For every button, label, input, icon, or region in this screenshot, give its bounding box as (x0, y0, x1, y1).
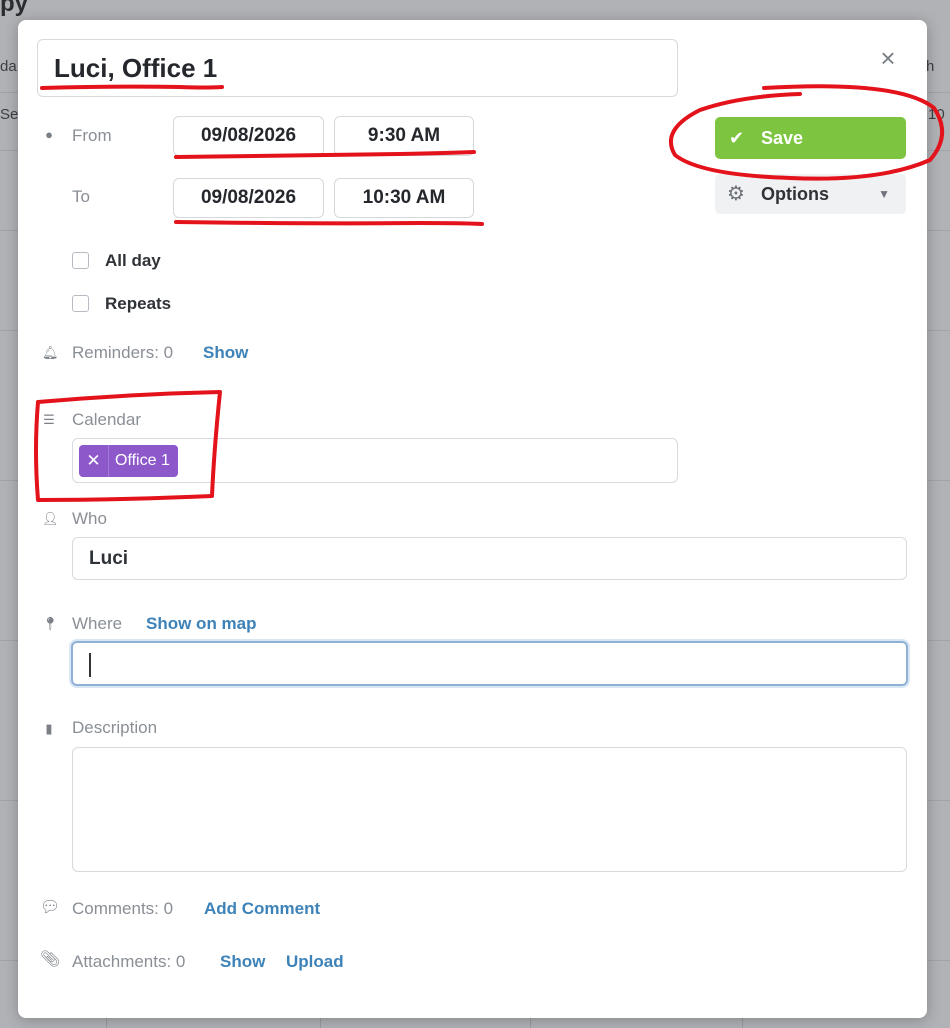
list-icon: ☰ (43, 412, 55, 427)
all-day-checkbox[interactable] (72, 252, 89, 269)
background-row-fragment-right: 10 (928, 106, 945, 123)
chevron-down-icon: ▼ (878, 187, 890, 201)
background-column-fragment: da (0, 58, 17, 75)
options-button[interactable]: ⚙ Options ▼ (715, 174, 906, 214)
bell-icon: 🔔︎ (42, 345, 59, 360)
close-icon[interactable]: × (874, 44, 902, 72)
repeats-label[interactable]: Repeats (105, 294, 171, 314)
map-pin-icon: 📍︎ (42, 616, 59, 631)
to-label: To (72, 187, 90, 206)
comment-icon: 💬︎ (40, 899, 61, 916)
background-page-title: py (0, 0, 29, 17)
all-day-label[interactable]: All day (105, 251, 161, 271)
from-date-field[interactable]: 09/08/2026 (173, 116, 324, 156)
checkmark-icon: ✔ (729, 128, 745, 148)
from-label: From (72, 126, 112, 145)
gear-icon: ⚙ (727, 183, 745, 205)
paperclip-icon: 📎︎ (40, 951, 61, 968)
save-label: Save (761, 128, 804, 148)
who-label: Who (72, 509, 107, 528)
person-icon: 👤︎ (42, 511, 59, 526)
background-row-fragment: Se (0, 106, 19, 123)
add-comment-link[interactable]: Add Comment (204, 899, 320, 919)
to-date-field[interactable]: 09/08/2026 (173, 178, 324, 218)
description-textarea[interactable] (72, 747, 907, 872)
calendar-tag-label: Office 1 (115, 452, 170, 469)
remove-tag-icon[interactable]: ✕ (79, 445, 109, 477)
attachments-label: Attachments: 0 (72, 952, 186, 971)
comments-label: Comments: 0 (72, 899, 174, 918)
where-label: Where (72, 614, 123, 633)
reminders-show-link[interactable]: Show (203, 343, 248, 363)
from-time-field[interactable]: 9:30 AM (334, 116, 474, 156)
where-input[interactable] (71, 641, 908, 686)
background-column-fragment-right: h (926, 58, 935, 75)
calendar-label: Calendar (72, 410, 141, 429)
calendar-tag[interactable]: ✕ Office 1 (79, 445, 178, 477)
clock-icon: ● (45, 127, 53, 142)
event-title-input[interactable]: Luci, Office 1 (37, 39, 678, 97)
text-cursor (89, 653, 91, 677)
save-button[interactable]: ✔ Save (715, 117, 906, 159)
attachments-show-link[interactable]: Show (220, 952, 265, 972)
description-label: Description (72, 718, 158, 737)
to-time-field[interactable]: 10:30 AM (334, 178, 474, 218)
calendar-select-field[interactable]: ✕ Office 1 (72, 438, 678, 483)
upload-link[interactable]: Upload (286, 952, 344, 972)
reminders-label: Reminders: 0 (72, 343, 174, 362)
event-editor-modal: Luci, Office 1 × ● From 09/08/2026 9:30 … (18, 20, 927, 1018)
show-on-map-link[interactable]: Show on map (146, 614, 257, 634)
document-icon: ▮ (45, 721, 53, 736)
options-label: Options (761, 184, 829, 204)
repeats-checkbox[interactable] (72, 295, 89, 312)
who-input[interactable]: Luci (72, 537, 907, 580)
